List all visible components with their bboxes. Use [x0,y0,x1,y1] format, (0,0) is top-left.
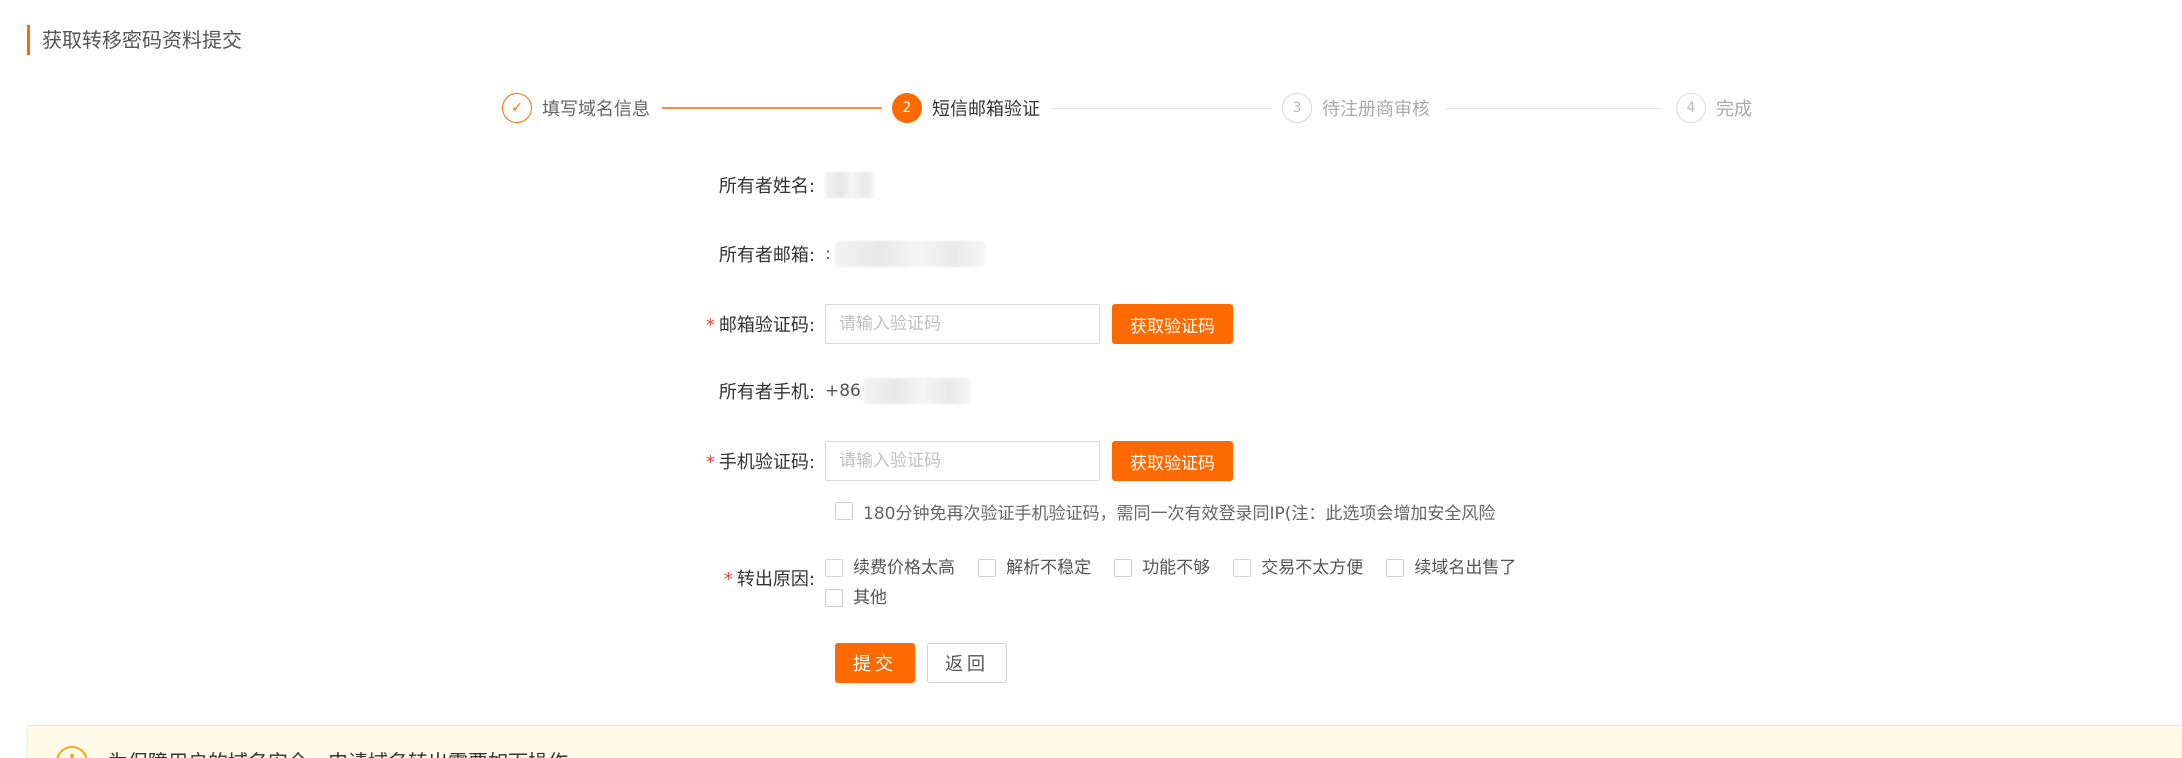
step-label: 完成 [1716,99,1752,120]
step-number: 3 [1282,93,1312,123]
progress-steps: ✓ 填写域名信息 2 短信邮箱验证 3 待注册商审核 4 完成 [502,92,1752,126]
required-mark: * [723,569,733,590]
reason-option[interactable]: 续费价格太高 [825,555,955,581]
step-connector [1052,108,1272,109]
owner-email-value-masked [834,241,985,267]
reason-option[interactable]: 其他 [825,585,887,611]
submit-button[interactable]: 提交 [835,643,915,683]
notice-bar: ! 为保障用户的域名安全，申请域名转出需要如下操作: [27,725,2182,758]
reason-checkbox[interactable] [1233,559,1252,577]
owner-name-row: 所有者姓名: [640,170,875,200]
phone-code-input[interactable] [825,441,1100,481]
reason-option[interactable]: 续域名出售了 [1386,555,1516,581]
step-1: ✓ 填写域名信息 [502,92,650,124]
phone-code-label: * 手机验证码: [640,448,825,474]
reason-row: * 转出原因: 续费价格太高 解析不稳定 功能不够 交易不太方便 续域名出售了 其… [640,555,1545,608]
phone-code-label-text: 手机验证码: [718,452,815,473]
step-3: 3 待注册商审核 [1282,92,1430,124]
reason-option[interactable]: 解析不稳定 [978,555,1091,581]
owner-name-value-masked [825,172,875,198]
step-4: 4 完成 [1676,92,1752,124]
step-connector [662,107,882,109]
owner-phone-value-masked [862,378,971,404]
email-code-label-text: 邮箱验证码: [718,315,815,336]
email-code-label: * 邮箱验证码: [640,311,825,337]
get-phone-code-button[interactable]: 获取验证码 [1112,441,1233,481]
skip-verify-text: 180分钟免再次验证手机验证码，需同一次有效登录同IP(注：此选项会增加安全风险 [863,503,1496,524]
required-mark: * [705,315,715,336]
step-2: 2 短信邮箱验证 [892,92,1040,124]
step-label: 短信邮箱验证 [932,99,1040,120]
reason-label-text: 转出原因: [736,569,815,590]
reason-text: 交易不太方便 [1261,558,1364,578]
notice-text: 为保障用户的域名安全，申请域名转出需要如下操作: [108,746,575,758]
owner-phone-row: 所有者手机: +86 [640,376,971,406]
reason-text: 续域名出售了 [1414,558,1517,578]
check-icon: ✓ [502,93,532,123]
skip-verify-option[interactable]: 180分钟免再次验证手机验证码，需同一次有效登录同IP(注：此选项会增加安全风险 [835,499,1495,524]
form-actions: 提交 返回 [835,643,1007,683]
required-mark: * [705,452,715,473]
step-connector [1446,108,1662,109]
owner-email-prefix: : [825,244,831,264]
owner-phone-prefix: +86 [825,381,861,401]
reason-checkbox[interactable] [825,589,843,607]
reason-checkbox[interactable] [1386,559,1405,577]
email-code-row: *邮箱验证码: 获取验证码 [640,304,1233,344]
reason-option[interactable]: 功能不够 [1114,555,1210,581]
skip-verify-row: 180分钟免再次验证手机验证码，需同一次有效登录同IP(注：此选项会增加安全风险 [835,498,1513,524]
reason-text: 解析不稳定 [1006,558,1092,578]
page-title: 获取转移密码资料提交 [27,25,242,55]
reason-label: * 转出原因: [640,555,825,605]
skip-verify-checkbox[interactable] [835,502,853,520]
owner-email-label: 所有者邮箱: [718,245,815,266]
step-number: 4 [1676,93,1706,123]
step-label: 填写域名信息 [542,99,650,120]
reason-text: 续费价格太高 [853,558,955,578]
reason-option[interactable]: 交易不太方便 [1233,555,1363,581]
warning-icon: ! [56,746,88,758]
reason-text: 功能不够 [1142,558,1211,578]
reason-checkbox[interactable] [978,559,997,577]
back-button[interactable]: 返回 [927,643,1007,683]
step-label: 待注册商审核 [1322,99,1430,120]
owner-email-row: 所有者邮箱: : [640,239,985,269]
owner-name-label: 所有者姓名: [718,176,815,197]
get-email-code-button[interactable]: 获取验证码 [1112,304,1233,344]
email-code-input[interactable] [825,304,1100,344]
reason-options: 续费价格太高 解析不稳定 功能不够 交易不太方便 续域名出售了 其他 [825,555,1545,615]
reason-checkbox[interactable] [1114,559,1133,577]
owner-phone-label: 所有者手机: [718,382,815,403]
reason-text: 其他 [853,588,887,608]
phone-code-row: *手机验证码: 获取验证码 [640,441,1233,481]
reason-checkbox[interactable] [825,559,843,577]
step-number: 2 [892,93,922,123]
